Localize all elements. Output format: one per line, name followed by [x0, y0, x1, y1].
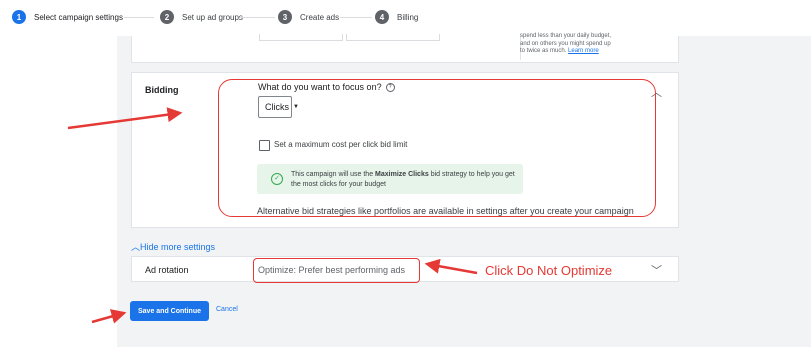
- step-create-ads[interactable]: 3 Create ads: [278, 10, 339, 24]
- budget-input[interactable]: [259, 34, 343, 41]
- bidding-section-label: Bidding: [145, 85, 179, 95]
- step-number: 3: [278, 10, 292, 24]
- annotation-oval-bidding: [218, 79, 656, 217]
- annotation-box-ad-rotation: [253, 258, 420, 283]
- step-select-campaign-settings[interactable]: 1 Select campaign settings: [12, 10, 123, 24]
- step-number: 4: [375, 10, 389, 24]
- step-billing[interactable]: 4 Billing: [375, 10, 418, 24]
- save-and-continue-button[interactable]: Save and Continue: [130, 301, 209, 321]
- step-number: 2: [160, 10, 174, 24]
- step-connector: [240, 17, 275, 18]
- hide-more-settings-label: Hide more settings: [140, 242, 216, 252]
- budget-tip-line: and on others you might spend up: [520, 40, 611, 47]
- budget-input-secondary[interactable]: [346, 34, 440, 41]
- annotation-text: Click Do Not Optimize: [485, 263, 613, 278]
- step-connector: [340, 17, 372, 18]
- step-number: 1: [12, 10, 26, 24]
- budget-tip: spend less than your daily budget, and o…: [520, 33, 670, 56]
- step-label: Create ads: [300, 12, 340, 22]
- learn-more-link[interactable]: Learn more: [568, 48, 599, 54]
- hide-more-settings-toggle[interactable]: ︿Hide more settings: [131, 240, 215, 253]
- step-label: Set up ad groups: [182, 12, 243, 22]
- cancel-button[interactable]: Cancel: [216, 306, 238, 313]
- campaign-stepper: 1 Select campaign settings 2 Set up ad g…: [0, 0, 811, 36]
- step-connector: [124, 17, 154, 18]
- budget-tip-line: spend less than your daily budget,: [520, 33, 612, 39]
- step-label: Select campaign settings: [34, 12, 123, 22]
- chevron-up-small-icon: ︿: [131, 242, 141, 252]
- ad-rotation-label: Ad rotation: [145, 265, 189, 275]
- chevron-down-icon[interactable]: ﹀: [651, 262, 662, 278]
- budget-tip-line: to twice as much. Learn more: [520, 48, 670, 56]
- budget-tip-text: to twice as much.: [520, 48, 567, 54]
- step-set-up-ad-groups[interactable]: 2 Set up ad groups: [160, 10, 243, 24]
- step-label: Billing: [397, 12, 419, 22]
